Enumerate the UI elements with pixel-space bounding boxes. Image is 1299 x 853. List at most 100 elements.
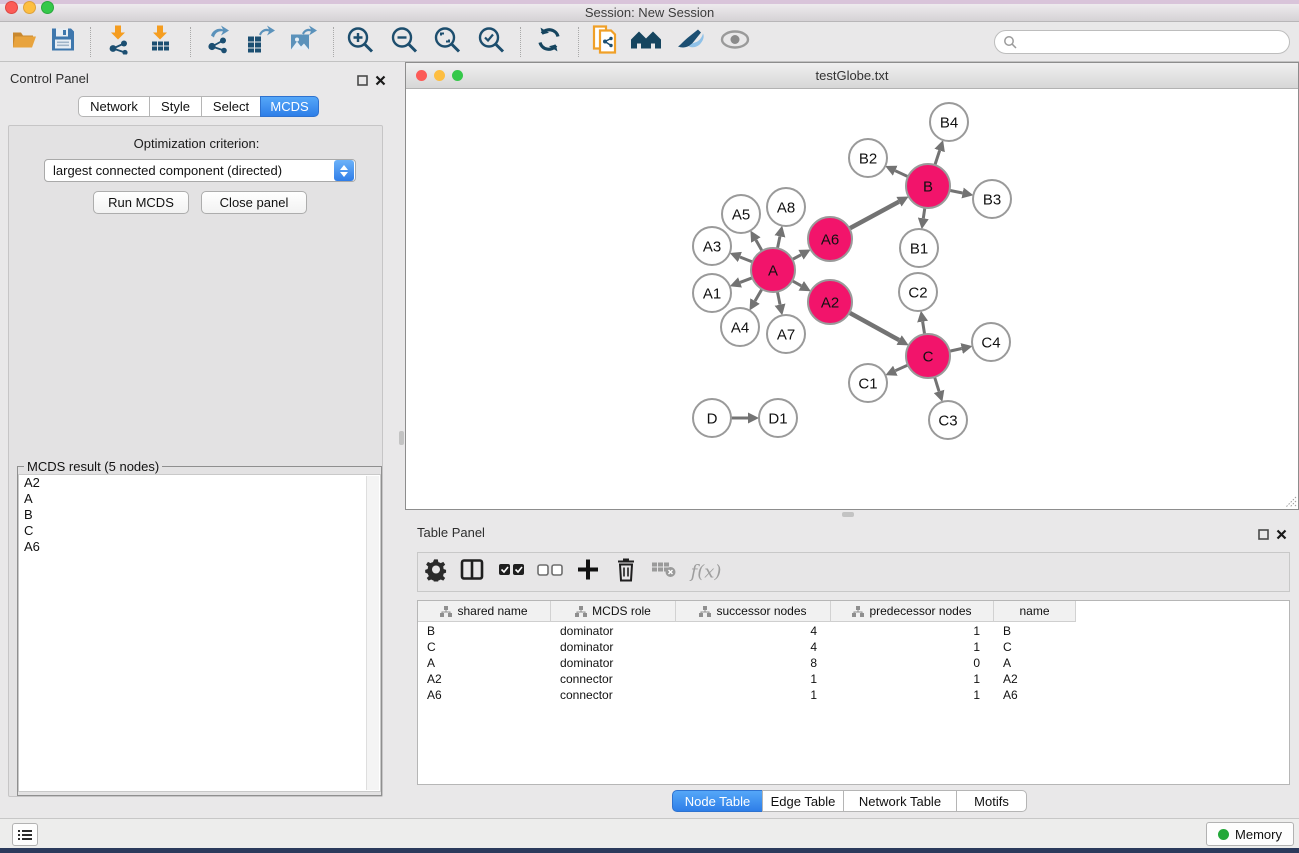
tab-network[interactable]: Network	[78, 96, 150, 117]
graph-node-A1[interactable]: A1	[693, 274, 731, 312]
graph-node-A[interactable]: A	[751, 248, 795, 292]
application-window: Session: New Session	[0, 0, 1299, 853]
close-panel-icon[interactable]	[375, 73, 386, 91]
column-group-icon	[575, 606, 587, 617]
task-history-button[interactable]	[12, 823, 38, 846]
column-header-successor-nodes[interactable]: successor nodes	[676, 601, 831, 622]
clone-network-icon[interactable]	[590, 23, 620, 60]
node-table[interactable]: shared name MCDS role successor nodesprede…	[417, 600, 1290, 785]
svg-text:D: D	[707, 410, 718, 427]
tab-style[interactable]: Style	[149, 96, 202, 117]
column-header-predecessor-nodes[interactable]: predecessor nodes	[831, 601, 994, 622]
column-header-name[interactable]: name	[994, 601, 1076, 622]
search-icon	[1003, 35, 1017, 49]
tab-edge-table[interactable]: Edge Table	[762, 790, 844, 812]
close-panel-button[interactable]: Close panel	[201, 191, 307, 214]
search-box[interactable]	[994, 30, 1290, 54]
graph-node-A4[interactable]: A4	[721, 308, 759, 346]
result-scrollbar[interactable]	[366, 476, 379, 790]
export-table-icon[interactable]	[245, 24, 275, 59]
horizontal-splitter-handle[interactable]	[842, 512, 854, 517]
table-close-panel-icon[interactable]	[1276, 527, 1287, 545]
tab-select[interactable]: Select	[201, 96, 261, 117]
export-image-icon[interactable]	[288, 24, 318, 59]
criterion-dropdown[interactable]: largest connected component (directed)	[44, 159, 356, 182]
apply-layout-icon[interactable]	[535, 25, 563, 58]
svg-text:A: A	[768, 262, 778, 279]
graph-node-D[interactable]: D	[693, 399, 731, 437]
graph-node-C2[interactable]: C2	[899, 273, 937, 311]
graph-node-B4[interactable]: B4	[930, 103, 968, 141]
table-row-C[interactable]: Cdominator41C	[418, 639, 1076, 655]
show-hide-icon[interactable]	[719, 28, 751, 55]
zoom-out-icon[interactable]	[390, 25, 418, 58]
delete-table-icon[interactable]	[652, 562, 676, 583]
mcds-result-item[interactable]: A6	[19, 539, 380, 555]
table-row-B[interactable]: Bdominator41B	[418, 623, 1076, 639]
graph-node-A3[interactable]: A3	[693, 227, 731, 265]
graph-node-A8[interactable]: A8	[767, 188, 805, 226]
open-session-icon[interactable]	[11, 27, 39, 56]
memory-button[interactable]: Memory	[1206, 822, 1294, 846]
graph-node-C4[interactable]: C4	[972, 323, 1010, 361]
svg-text:B2: B2	[859, 150, 877, 167]
svg-text:A1: A1	[703, 285, 721, 302]
column-header-shared-name[interactable]: shared name	[418, 601, 551, 622]
settings-gear-icon[interactable]	[424, 558, 448, 587]
apply-style-icon[interactable]	[675, 26, 705, 57]
main-toolbar	[0, 22, 1299, 62]
column-header-MCDS-role[interactable]: MCDS role	[551, 601, 676, 622]
graph-node-B1[interactable]: B1	[900, 229, 938, 267]
column-header-label: MCDS role	[592, 604, 651, 618]
graph-node-A5[interactable]: A5	[722, 195, 760, 233]
split-view-icon[interactable]	[460, 559, 484, 586]
mcds-result-box: MCDS result (5 nodes) A2ABCA6	[17, 459, 382, 796]
mcds-result-list[interactable]: A2ABCA6	[18, 474, 381, 792]
tab-motifs[interactable]: Motifs	[956, 790, 1027, 812]
zoom-fit-icon[interactable]	[433, 25, 461, 58]
table-row-A[interactable]: Adominator80A	[418, 655, 1076, 671]
import-table-icon[interactable]	[147, 24, 175, 59]
save-session-icon[interactable]	[50, 26, 76, 57]
graph-node-A7[interactable]: A7	[767, 315, 805, 353]
float-panel-icon[interactable]	[357, 73, 368, 91]
import-network-icon[interactable]	[105, 24, 133, 59]
graph-node-B[interactable]: B	[906, 164, 950, 208]
search-input[interactable]	[1017, 35, 1289, 50]
first-neighbors-icon[interactable]	[629, 27, 663, 56]
tab-node-table[interactable]: Node Table	[672, 790, 763, 812]
table-row-A6[interactable]: A6connector11A6	[418, 687, 1076, 703]
mcds-result-item[interactable]: A2	[19, 475, 380, 491]
delete-column-icon[interactable]	[616, 558, 636, 587]
zoom-selected-icon[interactable]	[477, 25, 505, 58]
control-panel-title: Control Panel	[10, 71, 89, 86]
graph-node-B2[interactable]: B2	[849, 139, 887, 177]
table-cell: A6	[418, 687, 551, 703]
zoom-in-icon[interactable]	[346, 25, 374, 58]
table-row-A2[interactable]: A2connector11A2	[418, 671, 1076, 687]
mcds-result-item[interactable]: C	[19, 523, 380, 539]
mcds-result-item[interactable]: B	[19, 507, 380, 523]
graph-node-C3[interactable]: C3	[929, 401, 967, 439]
network-window-titlebar[interactable]: testGlobe.txt	[406, 63, 1298, 89]
network-graph-canvas[interactable]: A A1 A2 A3 A4 A5 A6 A7 A8 B B1 B2 B3 B4 C C1 C2 C3 C4 D D1	[407, 90, 1299, 510]
graph-node-D1[interactable]: D1	[759, 399, 797, 437]
tab-mcds[interactable]: MCDS	[260, 96, 319, 117]
function-builder-icon[interactable]: f(x)	[691, 562, 722, 583]
export-network-icon[interactable]	[203, 24, 233, 59]
graph-node-C[interactable]: C	[906, 334, 950, 378]
table-float-panel-icon[interactable]	[1258, 527, 1269, 545]
run-mcds-button[interactable]: Run MCDS	[93, 191, 189, 214]
graph-node-C1[interactable]: C1	[849, 364, 887, 402]
graph-node-A6[interactable]: A6	[808, 217, 852, 261]
vertical-splitter-handle[interactable]	[399, 431, 404, 445]
column-header-label: name	[1019, 604, 1049, 618]
deselect-all-checkboxes-icon[interactable]	[537, 563, 563, 581]
graph-node-B3[interactable]: B3	[973, 180, 1011, 218]
mcds-result-item[interactable]: A	[19, 491, 380, 507]
window-resize-grip[interactable]	[1283, 494, 1297, 508]
tab-network-table[interactable]: Network Table	[843, 790, 957, 812]
add-column-icon[interactable]	[578, 560, 598, 585]
graph-node-A2[interactable]: A2	[808, 280, 852, 324]
select-all-checkboxes-icon[interactable]	[499, 563, 525, 581]
